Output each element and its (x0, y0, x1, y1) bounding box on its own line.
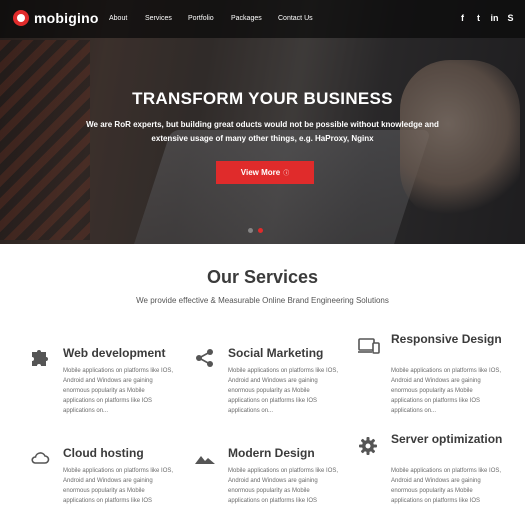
nav-item-services-label: Services (145, 15, 172, 22)
nav-item-portfolio[interactable]: Portfolio (188, 15, 214, 22)
nav-item-services[interactable]: Services (145, 15, 172, 22)
linkedin-icon[interactable]: in (490, 13, 499, 23)
nav-item-contact-label: Contact Us (278, 15, 313, 22)
brand-name: mobigino (34, 10, 99, 26)
service-title: Modern Design (228, 446, 315, 460)
service-description: Mobile applications on platforms like IO… (63, 468, 174, 504)
gear-icon (359, 437, 377, 455)
slider-dot-2[interactable] (258, 228, 263, 233)
service-description: Mobile applications on platforms like IO… (391, 368, 502, 414)
twitter-icon[interactable]: t (474, 13, 483, 23)
nav-item-about-label: About (109, 15, 128, 22)
service-description: Mobile applications on platforms like IO… (228, 468, 339, 504)
services-subtitle: We provide effective & Measurable Online… (136, 296, 389, 305)
hero-subtitle: We are RoR experts, but building great o… (86, 120, 439, 143)
nav-item-about[interactable]: About (109, 15, 127, 22)
puzzle-icon (32, 350, 48, 366)
nav-item-packages-label: Packages (231, 15, 262, 22)
service-description: Mobile applications on platforms like IO… (228, 368, 339, 414)
service-title: Social Marketing (228, 346, 324, 360)
arrow-circle-icon: ⓘ (283, 171, 290, 177)
slider-pagination (248, 228, 263, 233)
services-title: Our Services (206, 267, 319, 287)
social-links: f t in S (458, 13, 515, 23)
service-title: Web development (63, 346, 166, 360)
cloud-icon (31, 452, 50, 464)
share-icon (196, 349, 213, 367)
service-description: Mobile applications on platforms like IO… (391, 468, 502, 504)
skype-icon[interactable]: S (506, 13, 515, 23)
mountains-icon (195, 456, 215, 464)
nav-item-packages[interactable]: Packages (231, 15, 262, 22)
hero-title: TRANSFORM YOUR BUSINESS (132, 89, 393, 108)
service-title: Server optimization (391, 432, 503, 446)
view-more-button[interactable]: View More ⓘ (216, 161, 314, 184)
service-description: Mobile applications on platforms like IO… (63, 368, 174, 414)
nav-item-portfolio-label: Portfolio (188, 15, 214, 22)
nav-item-contact[interactable]: Contact Us (278, 15, 313, 22)
devices-icon (358, 338, 380, 354)
view-more-label: View More (240, 168, 281, 177)
slider-dot-1[interactable] (248, 228, 253, 233)
brand-logo[interactable]: mobigino (13, 10, 99, 26)
service-title: Responsive Design (391, 332, 502, 346)
facebook-icon[interactable]: f (458, 13, 467, 23)
top-navigation: mobigino About Services Portfolio Packag… (0, 0, 525, 38)
service-title: Cloud hosting (63, 446, 144, 460)
logo-icon (13, 10, 29, 26)
